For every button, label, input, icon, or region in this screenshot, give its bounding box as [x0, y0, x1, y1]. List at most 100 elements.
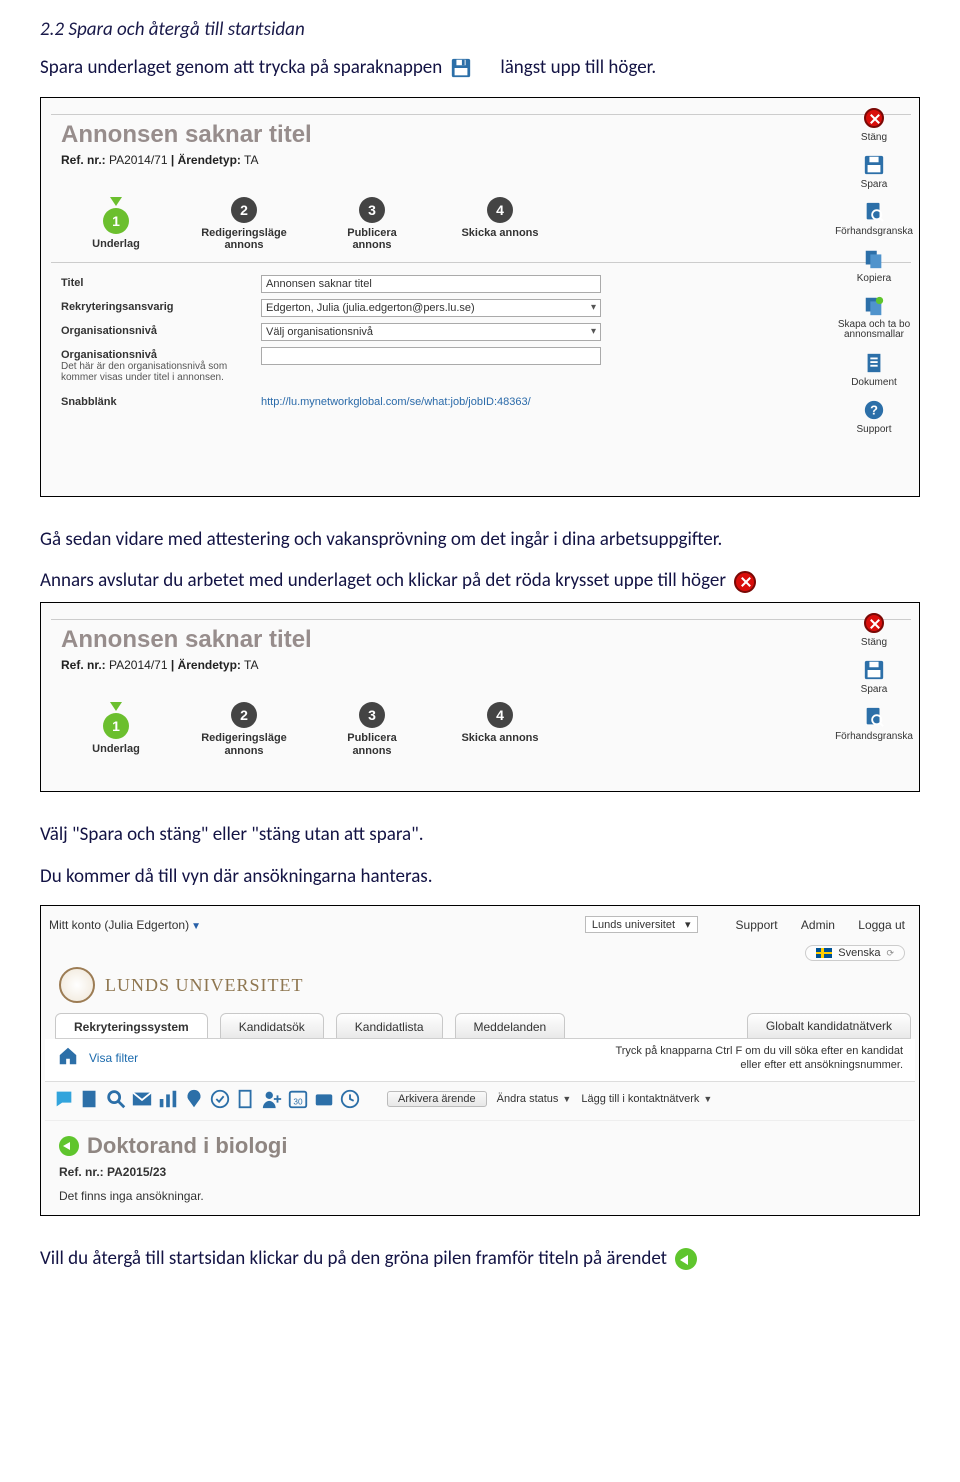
toolbar-icon-6[interactable] [183, 1088, 205, 1110]
label-responsible: Rekryteringsansvarig [61, 299, 251, 317]
copy-button[interactable]: Kopiera [835, 247, 913, 284]
paragraph-close-instruction: Annars avslutar du arbetet med underlage… [40, 568, 920, 594]
input-title[interactable]: Annonsen saknar titel [261, 275, 601, 293]
show-filter-link[interactable]: Visa filter [89, 1051, 138, 1065]
home-icon[interactable] [57, 1045, 79, 1070]
panel-subtitle: Ref. nr.: PA2014/71 | Ärendetyp: TA [61, 153, 911, 167]
label-title: Titel [61, 275, 251, 293]
toolbar-icon-11[interactable] [313, 1088, 335, 1110]
account-menu[interactable]: Mitt konto (Julia Edgerton)▼ [49, 918, 201, 932]
label-orglevel-help: Det här är den organisationsnivå som kom… [61, 361, 251, 384]
template-button[interactable]: Skapa och ta bo annonsmallar [835, 294, 913, 341]
copy-icon [862, 247, 886, 271]
right-action-column: Stäng Spara Förhandsgranska Kopiera Skap… [835, 106, 913, 435]
no-applications-text: Det finns inga ansökningar. [59, 1189, 905, 1203]
toolbar-icon-8[interactable] [235, 1088, 257, 1110]
org-dropdown[interactable]: Lunds universitet▾ [585, 916, 698, 933]
select-responsible[interactable]: Edgerton, Julia (julia.edgerton@pers.lu.… [261, 299, 601, 317]
toolbar-icon-4[interactable] [131, 1088, 153, 1110]
university-seal-icon [59, 967, 95, 1003]
label-orglevel-2: Organisationsnivå [61, 347, 251, 361]
step-3[interactable]: 3Publicera annons [327, 702, 417, 757]
preview-icon [862, 200, 886, 224]
step-1[interactable]: 1 Underlag [71, 197, 161, 252]
input-orglevel-2[interactable] [261, 347, 601, 365]
tab-candidate-list[interactable]: Kandidatlista [336, 1013, 443, 1038]
paragraph-attestering: Gå sedan vidare med attestering och vaka… [40, 527, 920, 553]
step-4[interactable]: 4Skicka annons [455, 197, 545, 252]
panel-title: Annonsen saknar titel [61, 121, 911, 149]
close-icon [864, 108, 884, 128]
screenshot-edit-full: Annonsen saknar titel Ref. nr.: PA2014/7… [40, 97, 920, 497]
step-2[interactable]: 2Redigeringsläge annons [199, 197, 289, 252]
svg-text:30: 30 [293, 1097, 303, 1106]
select-orglevel[interactable]: Välj organisationsnivå▾ [261, 323, 601, 341]
preview-button[interactable]: Förhandsgranska [835, 200, 913, 237]
section-heading: 2.2 Spara och återgå till startsidan [40, 18, 920, 41]
brand-header: LUNDS UNIVERSITET [59, 967, 915, 1003]
tab-global-network[interactable]: Globalt kandidatnätverk [747, 1013, 911, 1038]
toolbar-icon-3[interactable] [105, 1088, 127, 1110]
save-icon [862, 153, 886, 177]
screenshot-dashboard: Mitt konto (Julia Edgerton)▼ Lunds unive… [40, 905, 920, 1216]
support-icon: ? [862, 398, 886, 422]
link-logout[interactable]: Logga ut [858, 918, 905, 932]
paragraph-return-home: Vill du återgå till startsidan klickar d… [40, 1246, 920, 1272]
brand-name: LUNDS UNIVERSITET [105, 975, 304, 996]
toolbar-icon-9[interactable] [261, 1088, 283, 1110]
flag-se-icon [816, 948, 832, 958]
label-orglevel: Organisationsnivå [61, 323, 251, 341]
action-icon-row: 30 Arkivera ärende Ändra status▼ Lägg ti… [45, 1082, 915, 1120]
link-admin[interactable]: Admin [801, 918, 835, 932]
status-dropdown[interactable]: Ändra status▼ [497, 1093, 572, 1105]
step-2[interactable]: 2Redigeringsläge annons [199, 702, 289, 757]
tab-recruitment[interactable]: Rekryteringssystem [55, 1013, 208, 1038]
paragraph-dashboard-intro: Du kommer då till vyn där ansökningarna … [40, 864, 920, 890]
tab-candidate-search[interactable]: Kandidatsök [220, 1013, 324, 1038]
language-selector[interactable]: Svenska ⟳ [805, 945, 905, 961]
panel-subtitle: Ref. nr.: PA2014/71 | Ärendetyp: TA [61, 658, 911, 672]
save-icon [862, 658, 886, 682]
close-icon [864, 613, 884, 633]
job-ref: Ref. nr.: PA2015/23 [59, 1165, 905, 1179]
tab-messages[interactable]: Meddelanden [455, 1013, 566, 1038]
quicklink-value[interactable]: http://lu.mynetworkglobal.com/se/what:jo… [261, 390, 601, 408]
text-before-save-icon: Spara underlaget genom att trycka på spa… [40, 56, 442, 79]
template-icon [862, 294, 886, 318]
close-button[interactable]: Stäng [835, 611, 913, 648]
label-quicklink: Snabblänk [61, 390, 251, 408]
toolbar-icon-5[interactable] [157, 1088, 179, 1110]
add-network-dropdown[interactable]: Lägg till i kontaktnätverk▼ [581, 1093, 712, 1105]
toolbar-icon-10[interactable]: 30 [287, 1088, 309, 1110]
wizard-steps: 1 Underlag 2Redigeringsläge annons 3Publ… [71, 197, 911, 252]
back-icon [675, 1248, 697, 1270]
panel-title: Annonsen saknar titel [61, 626, 911, 654]
svg-text:?: ? [870, 402, 878, 417]
right-action-column: Stäng Spara Förhandsgranska [835, 611, 913, 742]
support-button[interactable]: ? Support [835, 398, 913, 435]
toolbar-icon-12[interactable] [339, 1088, 361, 1110]
document-icon [862, 351, 886, 375]
close-button[interactable]: Stäng [835, 106, 913, 143]
preview-icon [862, 705, 886, 729]
wizard-steps: 1Underlag 2Redigeringsläge annons 3Publi… [71, 702, 911, 757]
step-1[interactable]: 1Underlag [71, 702, 161, 757]
save-button[interactable]: Spara [835, 153, 913, 190]
screenshot-edit-short: Annonsen saknar titel Ref. nr.: PA2014/7… [40, 602, 920, 792]
save-icon [449, 57, 473, 79]
toolbar-icon-2[interactable] [79, 1088, 101, 1110]
back-icon[interactable] [59, 1136, 79, 1156]
job-title: Doktorand i biologi [87, 1133, 287, 1159]
paragraph-choose-close: Välj "Spara och stäng" eller "stäng utan… [40, 822, 920, 848]
paragraph-save-instruction: Spara underlaget genom att trycka på spa… [40, 55, 920, 81]
step-3[interactable]: 3Publicera annons [327, 197, 417, 252]
document-button[interactable]: Dokument [835, 351, 913, 388]
preview-button[interactable]: Förhandsgranska [835, 705, 913, 742]
close-icon [734, 571, 756, 593]
link-support[interactable]: Support [736, 918, 778, 932]
archive-button[interactable]: Arkivera ärende [387, 1091, 487, 1107]
save-button[interactable]: Spara [835, 658, 913, 695]
toolbar-icon-7[interactable] [209, 1088, 231, 1110]
toolbar-icon-1[interactable] [53, 1088, 75, 1110]
step-4[interactable]: 4Skicka annons [455, 702, 545, 757]
